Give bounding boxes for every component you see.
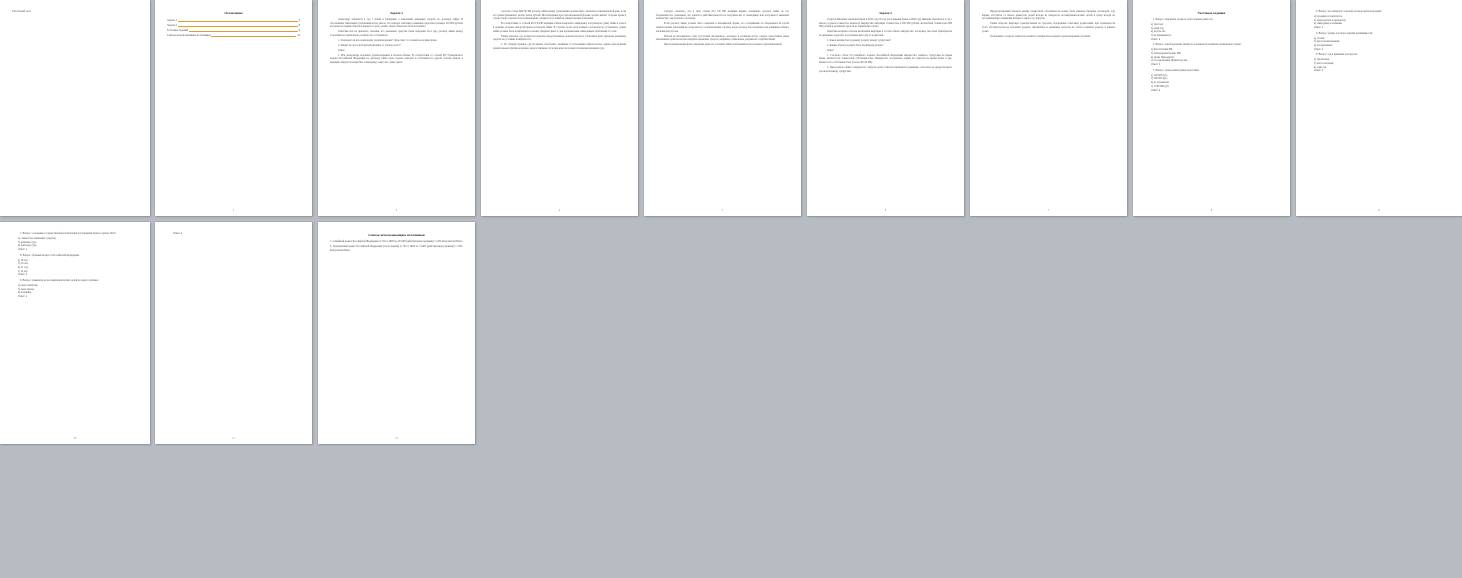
answer-line: Ответ: а: [1314, 26, 1324, 29]
reference-item: 2. Гражданский кодекс Российской Федерац…: [330, 244, 463, 252]
paragraph: Ответ:: [338, 48, 346, 52]
paragraph: 2. Каким образом должен быть произведен …: [827, 43, 884, 47]
page-body: Ответ: в: [167, 232, 300, 236]
page-body: 1. Семейный кодекс Российской Федерации …: [330, 240, 463, 252]
page-body: 1. Вопрос: при каком сроке не течет иско…: [1145, 18, 1278, 92]
page-number: 10: [73, 437, 77, 440]
paragraph: В соответствии со статьей 810 ГК РФ заем…: [493, 22, 626, 33]
answer-line: Ответ: а: [18, 248, 28, 251]
paragraph: 2. По общему правилу суд не вправе освоб…: [493, 43, 626, 50]
toc-leader: [177, 26, 298, 27]
question-text: 6. Вопрос: срок принятия наследства:: [1316, 53, 1358, 57]
page-number: 8: [1210, 209, 1213, 212]
paragraph: Если договор займа должен быть совершен …: [656, 22, 789, 33]
question-text: 8. Вопрос: брачный возраст в Российской …: [20, 253, 80, 257]
answer-line: Ответ: а: [18, 295, 28, 299]
page-11: Ответ: в 11: [155, 222, 312, 444]
page-number: 11: [232, 437, 235, 440]
toc-entry-label: Список использованных источников: [167, 34, 211, 37]
question-text: 2. Вопрос: какой документ является основ…: [1153, 43, 1242, 47]
paragraph: 1. Какое имущество подлежит разделу межд…: [827, 38, 891, 42]
page-body: Предусмотренный законом режим совместной…: [982, 10, 1115, 38]
paragraph: 1. Согласно статье 34 Семейного кодекса …: [819, 53, 952, 64]
paragraph: При подтверждении факта передачи денег н…: [664, 43, 783, 47]
page-number: 9: [1378, 209, 1380, 212]
paragraph: 1. Иск Александра подлежит удовлетворени…: [330, 53, 463, 64]
page-body: 7. Вопрос: основание государственной рег…: [12, 232, 138, 299]
section-title: Тестовые задания: [1197, 11, 1226, 15]
answer-line: Ответ: б: [1151, 63, 1161, 67]
page-5: Следует отметить, что в силу статьи 812 …: [644, 0, 801, 216]
page-8: Тестовые задания 1. Вопрос: при каком ср…: [1133, 0, 1290, 216]
paragraph: Требования о разделе совместно нажитого …: [990, 34, 1092, 38]
section-title: Задача 2: [879, 11, 892, 15]
answer-line: Ответ: б: [1314, 69, 1324, 73]
question-text: 5. Вопрос: форма договора дарения недвиж…: [1316, 31, 1373, 35]
answer-line: Ответ: в: [1151, 88, 1161, 92]
answer-line: Ответ: б: [1314, 47, 1324, 51]
toc-title: Оглавление: [224, 11, 243, 15]
question-text: 4. Вопрос: кто является стороной договор…: [1316, 10, 1382, 13]
toc-leader: [211, 36, 297, 37]
answer-line: Ответ: в: [173, 232, 183, 235]
page-10: 7. Вопрос: основание государственной рег…: [0, 222, 150, 444]
title-page-label: Титульный лист: [12, 10, 32, 13]
page-number: 12: [395, 437, 398, 440]
page-number: 7: [1047, 209, 1050, 212]
paragraph: 1. Подлежит ли иск Александра удовлетвор…: [338, 38, 438, 42]
page-body: Супруги Ивановы заключили брак в 2010 го…: [819, 18, 952, 73]
paragraph: Ответчик иск не признала, пояснив, что д…: [330, 30, 463, 37]
paragraph: Следует отметить, что в силу статьи 812 …: [656, 10, 789, 21]
paragraph: Супруги Ивановы заключили брак в 2010 го…: [819, 18, 952, 29]
section-title: Список использованных источников: [368, 233, 425, 237]
page-12: Список использованных источников 1. Семе…: [318, 222, 475, 444]
question-text: 7. Вопрос: основание государственной рег…: [20, 232, 117, 235]
paragraph: 2. Может ли суд освободить Екатерину от …: [338, 43, 401, 47]
paragraph: Таким образом, квартира, приобретенная н…: [982, 22, 1115, 33]
page-3: Задача 1 Александр обратился в суд с иск…: [318, 0, 475, 216]
page-number: 3: [395, 209, 398, 212]
paragraph: Таким образом, суд должен исследовать пр…: [493, 34, 626, 42]
paragraph: Предусмотренный законом режим совместной…: [982, 10, 1115, 21]
page-number: 5: [721, 209, 724, 212]
reference-item: 1. Семейный кодекс Российской Федерации …: [330, 240, 464, 243]
toc-entry-page: 12: [297, 34, 300, 37]
page-body: Следует отметить, что в силу статьи 812 …: [656, 10, 789, 47]
paragraph: Ответ:: [827, 48, 835, 52]
page-body: Александр обратился в суд с иском к Екат…: [330, 18, 463, 65]
paragraph: согласно статье 808 ГК РФ договор займа …: [493, 10, 626, 21]
paragraph: Ответчик возражал против включения кварт…: [819, 30, 952, 37]
toc-list: Задача 1 3 Задача 2 8 Тестовые задания 9 Списо…: [167, 18, 300, 38]
document-viewport[interactable]: Титульный лист Оглавление Задача 1 3 Задач…: [0, 0, 1462, 578]
page-body: 4. Вопрос: кто является стороной договор…: [1308, 10, 1450, 73]
answer-line: Ответ: б: [18, 273, 28, 277]
page-4: согласно статье 808 ГК РФ договор займа …: [481, 0, 638, 216]
question-text: 3. Вопрос: предельный размер неустойки:: [1153, 68, 1200, 72]
answer-line: Ответ: в: [1151, 37, 1161, 41]
section-title: Задача 1: [390, 11, 403, 15]
toc-leader: [189, 31, 298, 32]
paragraph: Исходя из изложенного, при отсутствии пи…: [656, 34, 789, 42]
page-body: согласно статье 808 ГК РФ договор займа …: [493, 10, 626, 51]
question-text: 1. Вопрос: при каком сроке не течет иско…: [1153, 18, 1214, 21]
question-text: 9. Вопрос: алименты на несовершеннолетни…: [20, 279, 99, 283]
page-1: Титульный лист: [0, 0, 150, 216]
toc-leader: [177, 21, 298, 22]
page-7: Предусмотренный законом режим совместной…: [970, 0, 1127, 216]
page-9: 4. Вопрос: кто является стороной договор…: [1296, 0, 1462, 216]
paragraph: 2. При разделе общего имущества супругов…: [819, 65, 952, 73]
paragraph: Александр обратился в суд с иском к Екат…: [330, 18, 463, 29]
page-6: Задача 2 Супруги Ивановы заключили брак …: [807, 0, 964, 216]
page-2: Оглавление Задача 1 3 Задача 2 8 Тестовые за…: [155, 0, 312, 216]
page-number: 2: [232, 209, 235, 212]
toc-entry[interactable]: Список использованных источников 12: [167, 33, 300, 38]
page-number: 6: [884, 209, 887, 212]
page-number: 4: [558, 209, 561, 212]
